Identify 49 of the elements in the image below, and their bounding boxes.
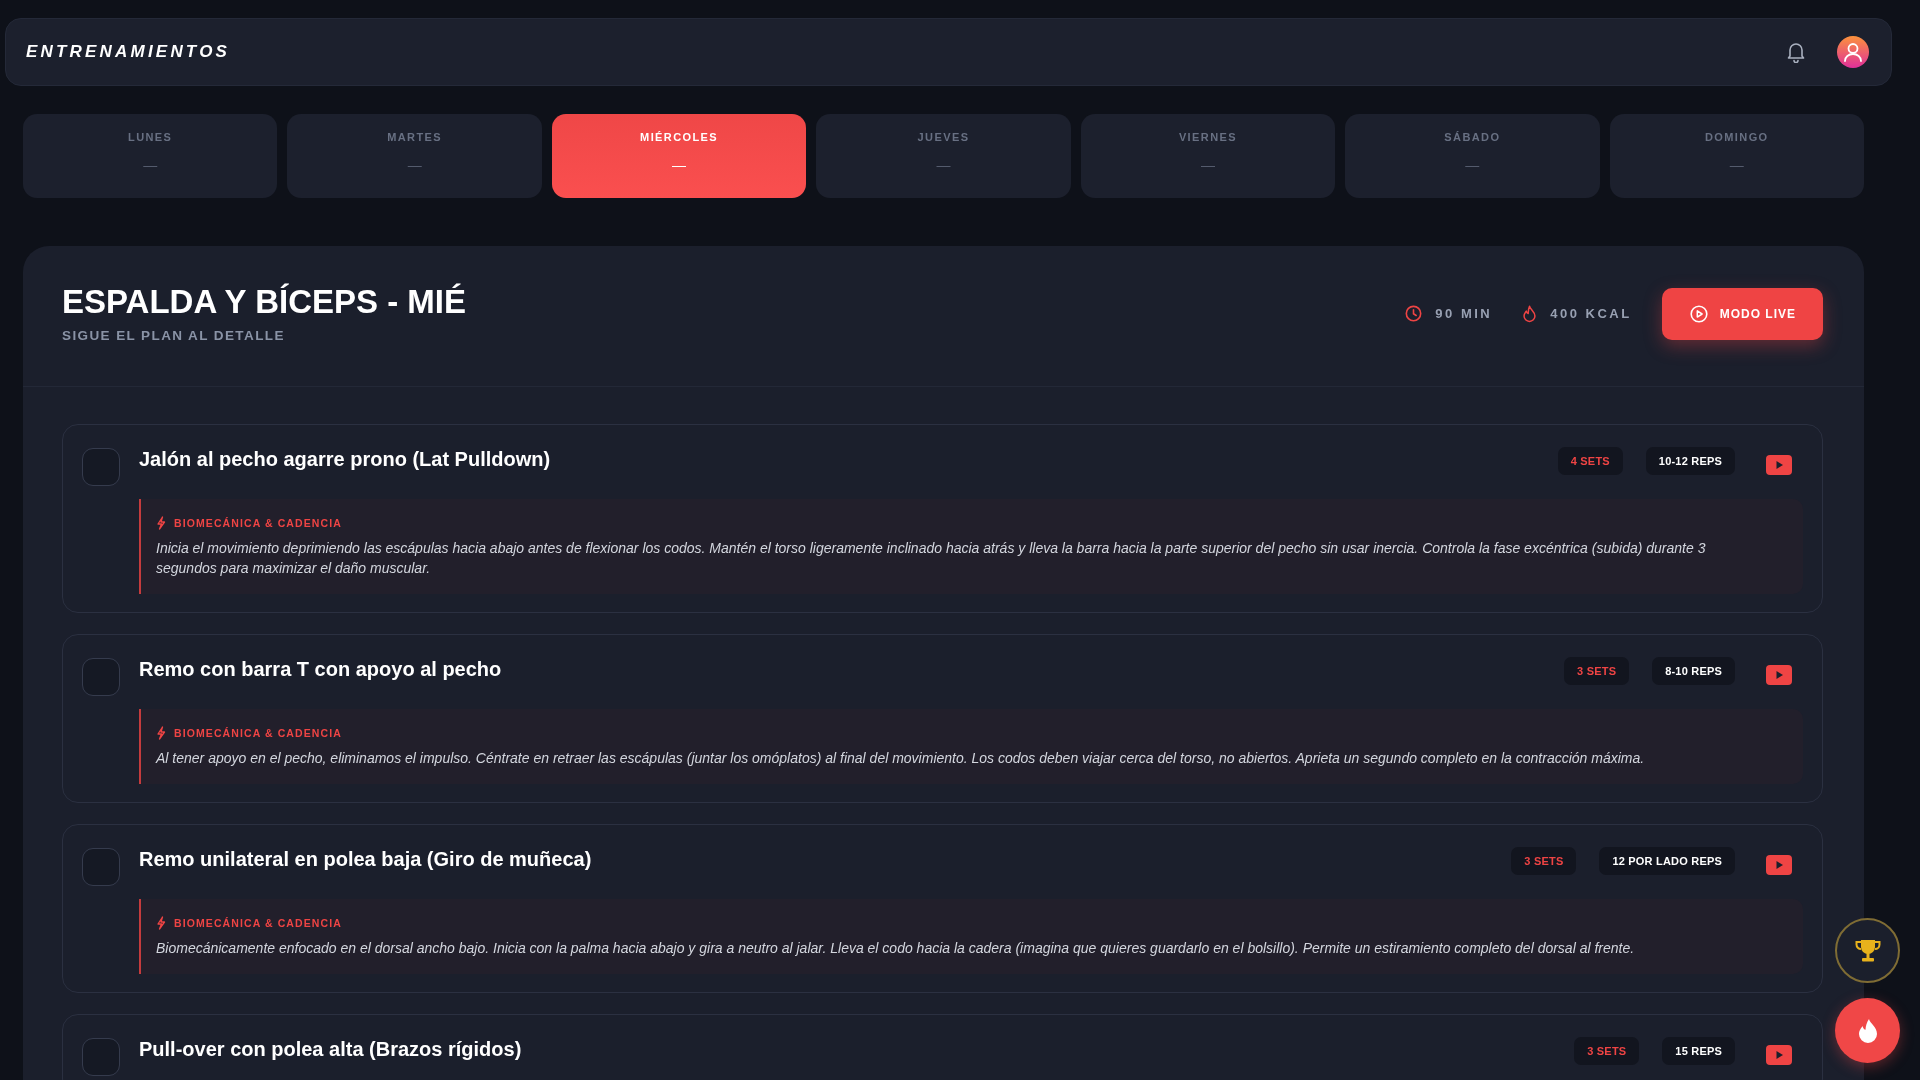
note-label: BIOMECÁNICA & CADENCIA: [174, 917, 342, 929]
workout-subtitle: SIGUE EL PLAN AL DETALLE: [62, 328, 286, 343]
reps-badge: 15 REPS: [1662, 1037, 1735, 1065]
sets-badge: 3 SETS: [1574, 1037, 1640, 1065]
lightning-icon: [156, 516, 166, 530]
fire-icon: [1857, 1017, 1878, 1044]
note-label: BIOMECÁNICA & CADENCIA: [174, 517, 342, 529]
reps-badge: 12 POR LADO REPS: [1599, 847, 1735, 875]
sets-badge: 4 SETS: [1557, 447, 1623, 475]
checkbox[interactable]: [82, 658, 120, 696]
day-tab[interactable]: MARTES —: [287, 114, 542, 198]
lightning-icon: [156, 916, 166, 930]
exercise-name: Pull-over con polea alta (Brazos rígidos): [139, 1037, 523, 1061]
reps-badge: 8-10 REPS: [1652, 657, 1735, 685]
note-text: Biomecánicamente enfocado en el dorsal ancho bajo. Inicia con la palma hacia abajo y gira a neutro al jalar. Lleva el codo hacia la cadera (imagina que quieres guardarlo en el bolsillo). Permite un estiramiento completo del dorsal al frente.: [156, 939, 1636, 958]
app-title: ENTRENAMIENTOS: [26, 42, 231, 62]
checkbox[interactable]: [82, 448, 120, 486]
day-tab[interactable]: JUEVES —: [816, 114, 1071, 198]
note-text: Inicia el movimiento deprimiendo las escápulas hacia abajo antes de flexionar los codos. Mantén el torso ligeramente inclinado hacia atrás y lleva la barra hacia la parte superior del pecho sin usar inercia. Controla la fase excéntrica (subida) durante 3 segundos para maximizar el daño muscular.: [156, 539, 1707, 578]
exercise-name: Remo con barra T con apoyo al pecho: [139, 657, 503, 681]
video-play-icon[interactable]: [1766, 855, 1792, 875]
sets-badge: 3 SETS: [1511, 847, 1577, 875]
sets-badge: 3 SETS: [1564, 657, 1630, 685]
clock-icon: [1405, 305, 1423, 322]
day-tab[interactable]: VIERNES —: [1080, 114, 1336, 198]
stat-text: 90 MIN: [1435, 306, 1493, 321]
avatar-icon[interactable]: [1837, 36, 1869, 68]
day-tab[interactable]: SÁBADO —: [1345, 114, 1600, 198]
reps-badge: 10-12 REPS: [1645, 447, 1735, 475]
stat-text: 400 KCAL: [1550, 306, 1632, 321]
note-label: BIOMECÁNICA & CADENCIA: [174, 727, 342, 739]
play-circle-icon: [1689, 304, 1708, 323]
live-mode-button[interactable]: MODO LIVE: [1661, 287, 1823, 340]
video-play-icon[interactable]: [1766, 665, 1792, 685]
video-play-icon[interactable]: [1766, 1045, 1792, 1065]
day-tab[interactable]: MIÉRCOLES —: [551, 114, 807, 198]
bell-icon[interactable]: [1786, 41, 1806, 63]
lightning-icon: [156, 726, 166, 740]
flame-icon: [1522, 304, 1538, 323]
checkbox[interactable]: [82, 848, 120, 886]
exercise-name: Jalón al pecho agarre prono (Lat Pulldown): [139, 447, 552, 471]
day-tab[interactable]: LUNES —: [23, 114, 278, 198]
exercise-name: Remo unilateral en polea baja (Giro de muñeca): [139, 847, 593, 871]
day-tab[interactable]: DOMINGO —: [1609, 114, 1864, 198]
workout-title: ESPALDA Y BÍCEPS - MIÉ: [62, 284, 467, 320]
video-play-icon[interactable]: [1766, 455, 1792, 475]
trophy-icon: [1854, 938, 1881, 963]
checkbox[interactable]: [82, 1038, 120, 1076]
note-text: Al tener apoyo en el pecho, eliminamos el impulso. Céntrate en retraer las escápulas (juntar los omóplatos) al final del movimiento. Los codos deben viajar cerca del torso, no abiertos. Aprieta un segundo completo en la contracción máxima.: [156, 749, 1646, 768]
